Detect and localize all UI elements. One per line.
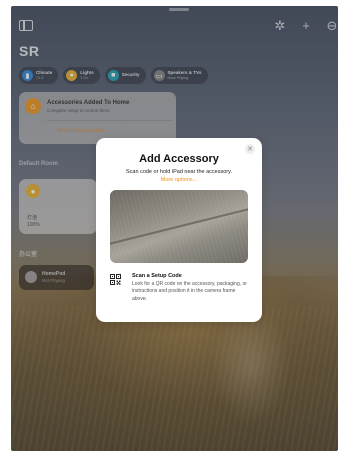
camera-viewfinder [110, 190, 248, 263]
scan-code-description: Look for a QR code on the accessory, pac… [132, 281, 247, 302]
sheet-subtitle: Scan code or hold iPad near the accessor… [126, 169, 232, 175]
add-accessory-sheet: ✕ Add Accessory Scan code or hold iPad n… [96, 138, 262, 322]
scan-code-title: Scan a Setup Code [132, 273, 182, 279]
qr-code-icon [110, 274, 121, 285]
more-options-link[interactable]: More options... [96, 177, 262, 183]
sheet-title: Add Accessory [139, 153, 219, 165]
